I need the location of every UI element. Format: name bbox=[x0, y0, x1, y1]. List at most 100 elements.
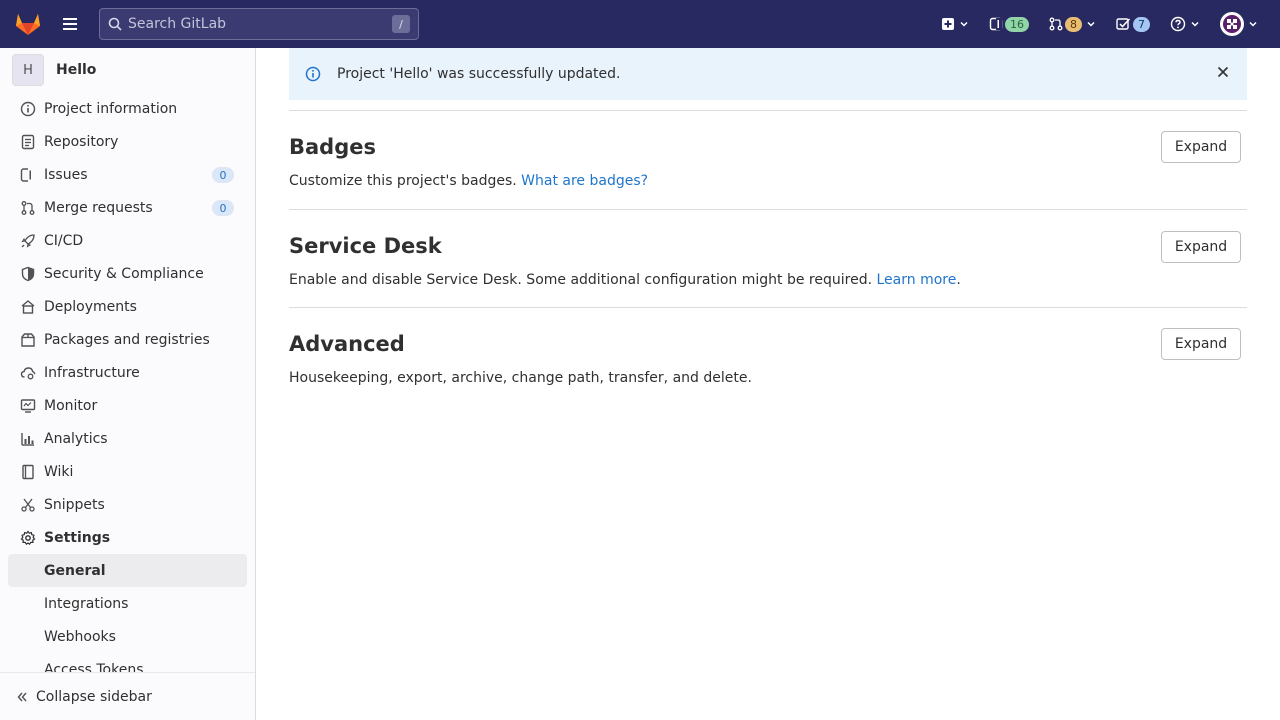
todos-count-badge: 7 bbox=[1133, 16, 1150, 32]
cloud-gear-icon bbox=[20, 365, 36, 381]
chart-icon bbox=[20, 431, 36, 447]
new-item-dropdown[interactable] bbox=[935, 8, 975, 40]
sidebar-item-label: Snippets bbox=[44, 496, 105, 513]
chevron-down-icon bbox=[1087, 21, 1095, 27]
section-description-punctuation: . bbox=[956, 272, 961, 288]
todos-nav-button[interactable]: 7 bbox=[1110, 8, 1156, 40]
section-title: Advanced bbox=[289, 332, 405, 356]
settings-section-advanced: Advanced Housekeeping, export, archive, … bbox=[289, 307, 1247, 405]
section-title: Badges bbox=[289, 135, 376, 159]
sidebar-item-analytics[interactable]: Analytics bbox=[0, 422, 255, 455]
deployments-icon bbox=[20, 299, 36, 315]
project-name: Hello bbox=[56, 62, 97, 78]
book-icon bbox=[20, 464, 36, 480]
expand-button[interactable]: Expand bbox=[1161, 131, 1241, 163]
help-dropdown[interactable] bbox=[1164, 8, 1206, 40]
issues-icon bbox=[989, 17, 1003, 31]
merge-requests-nav-button[interactable]: 8 bbox=[1043, 8, 1102, 40]
gitlab-logo-icon[interactable] bbox=[0, 0, 56, 48]
doc-text-icon bbox=[20, 134, 36, 150]
sidebar-subitem-webhooks[interactable]: Webhooks bbox=[0, 620, 255, 653]
sidebar-item-snippets[interactable]: Snippets bbox=[0, 488, 255, 521]
info-circle-icon bbox=[20, 101, 36, 117]
package-icon bbox=[20, 332, 36, 348]
sidebar-subitem-general[interactable]: General bbox=[8, 554, 247, 587]
sidebar-item-label: Settings bbox=[44, 529, 111, 546]
section-title: Service Desk bbox=[289, 234, 442, 258]
sidebar-item-label: Security & Compliance bbox=[44, 265, 204, 282]
sidebar-item-label: Issues bbox=[44, 166, 88, 183]
sidebar-subitem-label: General bbox=[44, 562, 106, 579]
info-circle-icon bbox=[305, 66, 321, 82]
mr-count-badge: 8 bbox=[1065, 16, 1082, 32]
settings-section-service-desk: Service Desk Enable and disable Service … bbox=[289, 209, 1247, 307]
learn-more-link[interactable]: Learn more bbox=[877, 272, 957, 288]
sidebar-item-merge-requests[interactable]: Merge requests 0 bbox=[0, 191, 255, 224]
sidebar-item-packages-registries[interactable]: Packages and registries bbox=[0, 323, 255, 356]
sidebar-item-cicd[interactable]: CI/CD bbox=[0, 224, 255, 257]
chevron-down-icon bbox=[960, 21, 968, 27]
sidebar-item-label: Merge requests bbox=[44, 199, 153, 216]
sidebar-item-label: Analytics bbox=[44, 430, 108, 447]
question-circle-icon bbox=[1170, 16, 1186, 32]
git-merge-icon bbox=[20, 200, 36, 216]
sidebar-item-security-compliance[interactable]: Security & Compliance bbox=[0, 257, 255, 290]
sidebar-item-deployments[interactable]: Deployments bbox=[0, 290, 255, 323]
sidebar-subitem-label: Webhooks bbox=[44, 628, 116, 645]
alert-message: Project 'Hello' was successfully updated… bbox=[337, 66, 621, 82]
sidebar-item-label: Project information bbox=[44, 100, 178, 117]
sidebar-item-label: CI/CD bbox=[44, 232, 84, 249]
sidebar-item-label: Deployments bbox=[44, 298, 137, 315]
top-navbar: Search GitLab / 16 8 7 bbox=[0, 0, 1280, 48]
sidebar-item-infrastructure[interactable]: Infrastructure bbox=[0, 356, 255, 389]
monitor-icon bbox=[20, 398, 36, 414]
search-placeholder: Search GitLab bbox=[128, 16, 227, 32]
avatar bbox=[1220, 12, 1244, 36]
sidebar-item-settings[interactable]: Settings bbox=[0, 521, 255, 554]
section-description-text: Customize this project's badges. bbox=[289, 173, 517, 189]
settings-section-badges: Badges Customize this project's badges. … bbox=[289, 110, 1247, 209]
issues-count-badge: 16 bbox=[1005, 16, 1029, 32]
section-description: Housekeeping, export, archive, change pa… bbox=[289, 370, 752, 386]
rocket-icon bbox=[20, 233, 36, 249]
sidebar-item-label: Wiki bbox=[44, 463, 74, 480]
issues-nav-button[interactable]: 16 bbox=[983, 8, 1035, 40]
section-description: Customize this project's badges. What ar… bbox=[289, 173, 648, 189]
search-icon bbox=[108, 17, 122, 31]
snippet-icon bbox=[20, 497, 36, 513]
git-merge-icon bbox=[1049, 17, 1063, 31]
expand-button[interactable]: Expand bbox=[1161, 231, 1241, 263]
main-content: Project 'Hello' was successfully updated… bbox=[289, 48, 1247, 405]
section-description-text: Enable and disable Service Desk. Some ad… bbox=[289, 272, 873, 288]
sidebar: H Hello Project information Repository I… bbox=[0, 48, 256, 720]
sidebar-subitem-label: Integrations bbox=[44, 595, 129, 612]
double-chevron-left-icon bbox=[17, 692, 27, 701]
sidebar-subitem-integrations[interactable]: Integrations bbox=[0, 587, 255, 620]
sidebar-item-issues[interactable]: Issues 0 bbox=[0, 158, 255, 191]
sidebar-item-label: Packages and registries bbox=[44, 331, 210, 348]
issues-icon bbox=[20, 167, 36, 183]
settings-icon bbox=[20, 530, 36, 546]
close-icon[interactable] bbox=[1217, 66, 1229, 78]
chevron-down-icon bbox=[1249, 21, 1257, 27]
success-alert: Project 'Hello' was successfully updated… bbox=[289, 48, 1247, 100]
section-description: Enable and disable Service Desk. Some ad… bbox=[289, 272, 961, 288]
plus-square-icon bbox=[942, 18, 954, 30]
hamburger-menu-icon[interactable] bbox=[54, 8, 86, 40]
sidebar-item-wiki[interactable]: Wiki bbox=[0, 455, 255, 488]
expand-button[interactable]: Expand bbox=[1161, 328, 1241, 360]
chevron-down-icon bbox=[1191, 21, 1199, 27]
search-input[interactable]: Search GitLab / bbox=[99, 8, 419, 40]
what-are-badges-link[interactable]: What are badges? bbox=[521, 173, 648, 189]
collapse-sidebar-label: Collapse sidebar bbox=[36, 688, 152, 705]
collapse-sidebar-button[interactable]: Collapse sidebar bbox=[0, 672, 255, 720]
project-avatar: H bbox=[12, 54, 44, 86]
sidebar-item-label: Repository bbox=[44, 133, 119, 150]
issues-count-badge: 0 bbox=[212, 167, 234, 183]
user-menu-dropdown[interactable] bbox=[1214, 8, 1264, 40]
sidebar-item-monitor[interactable]: Monitor bbox=[0, 389, 255, 422]
sidebar-project-header[interactable]: H Hello bbox=[0, 48, 255, 92]
sidebar-item-repository[interactable]: Repository bbox=[0, 125, 255, 158]
sidebar-item-label: Monitor bbox=[44, 397, 98, 414]
sidebar-item-project-information[interactable]: Project information bbox=[0, 92, 255, 125]
